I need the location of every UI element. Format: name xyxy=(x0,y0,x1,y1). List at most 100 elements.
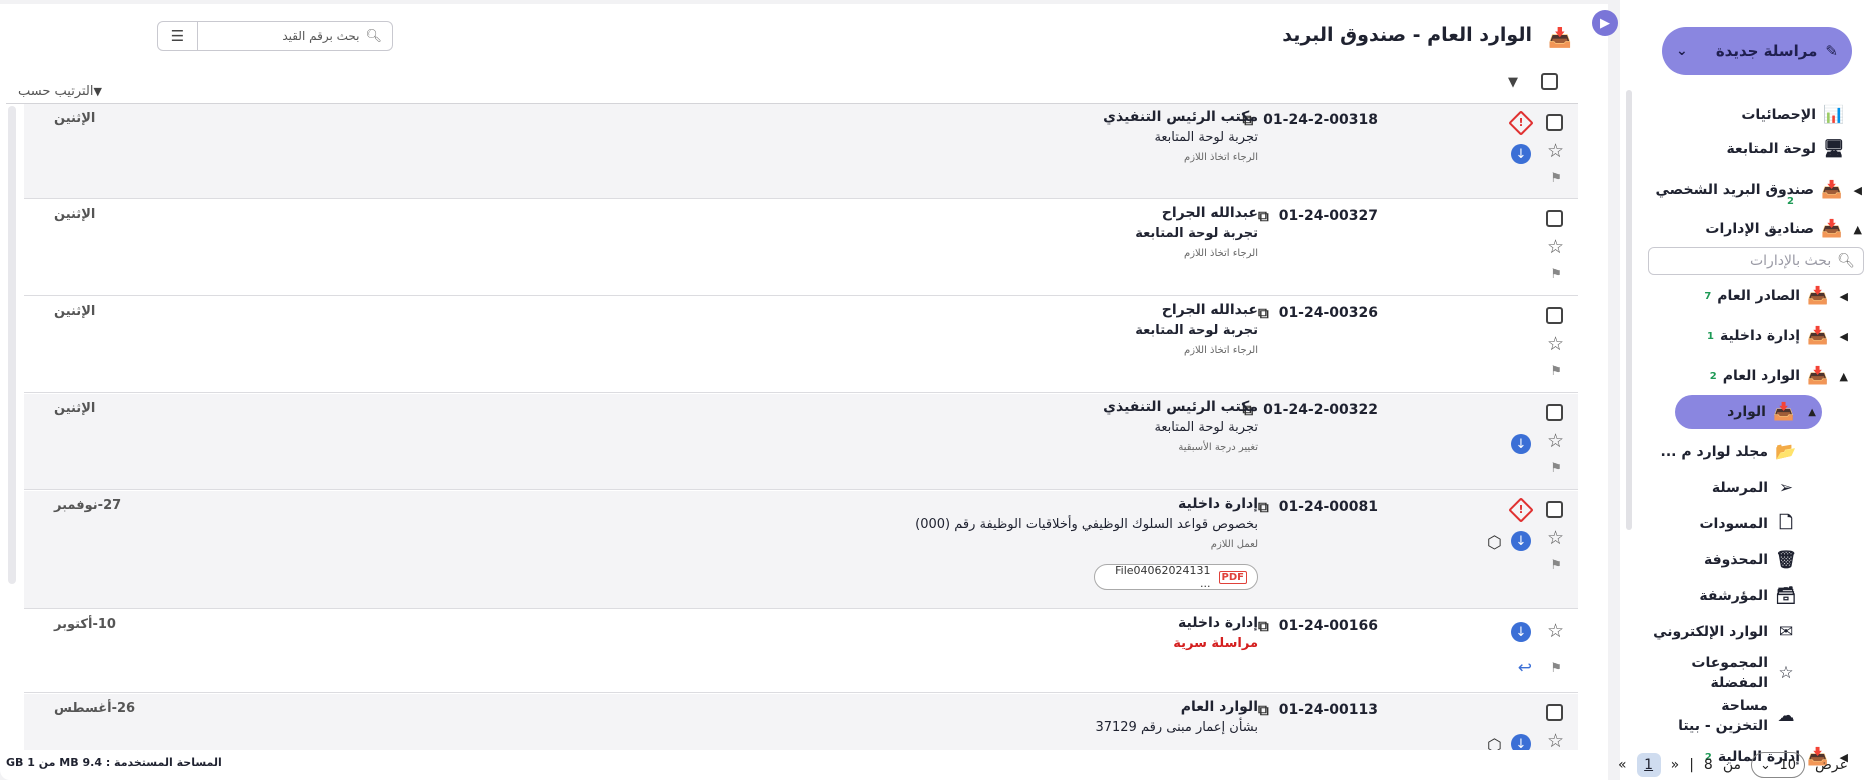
chevron-down-icon[interactable]: ⌄ xyxy=(1676,43,1688,59)
flag-icon[interactable]: ⚑ xyxy=(1550,662,1562,675)
attachment-name: File04062024131 ... xyxy=(1115,564,1211,590)
message-row[interactable]: ☆ ↓ ⬡ 01-24-00113 ⧉ الوارد العام بشأن إعم… xyxy=(24,694,1578,750)
next-page-button[interactable]: » xyxy=(1618,757,1627,773)
star-icon[interactable]: ☆ xyxy=(1547,529,1564,548)
filter-settings-icon[interactable]: ☰ xyxy=(158,22,198,50)
sidebar-item-label: المسودات xyxy=(1699,516,1768,532)
sidebar-item-general-inbox[interactable]: ▲ 📥 الوارد العام 2 xyxy=(1596,361,1848,391)
date: 10-أكتوبر xyxy=(54,617,116,632)
inbox-icon: 📥 xyxy=(1807,286,1829,306)
message-row[interactable]: ☆ ↓ ⚑ 01-24-2-00322 ⧉ مكتب الرئيس التنفيذ… xyxy=(24,394,1578,490)
ref-number: 01-24-00166 ⧉ xyxy=(1258,617,1378,635)
star-icon[interactable]: ☆ xyxy=(1547,622,1564,641)
row-checkbox[interactable] xyxy=(1546,404,1563,421)
sender: الوارد العام xyxy=(1180,699,1258,715)
message-row[interactable]: ☆ ⚑ 01-24-00327 ⧉ عبدالله الجراح تجربة لو… xyxy=(24,200,1578,296)
count-badge: 7 xyxy=(1704,290,1712,302)
subject: تجربة لوحة المتابعة xyxy=(1154,420,1258,435)
sidebar-item-inbox-active[interactable]: ▲ 📥 الوارد xyxy=(1675,395,1822,429)
show-label: عرض xyxy=(1814,757,1848,773)
sidebar-item-dept-mailboxes[interactable]: ▲ 📥 صناديق الإدارات xyxy=(1620,214,1872,244)
message-row[interactable]: ! ☆ ↓ ⬡ ⚑ 01-24-00081 ⧉ إدارة داخلية بخصو… xyxy=(24,491,1578,609)
copy-icon[interactable]: ⧉ xyxy=(1258,304,1269,322)
chevron-down-icon: ⌄ xyxy=(1759,757,1771,773)
flag-icon[interactable]: ⚑ xyxy=(1550,365,1562,378)
ref-text: 01-24-00081 xyxy=(1278,499,1378,515)
search-icon: 🔍︎ xyxy=(365,28,382,44)
date: الإثنين xyxy=(54,401,96,416)
caret-left-icon[interactable]: ◀ xyxy=(1840,330,1848,343)
download-icon[interactable]: ↓ xyxy=(1511,734,1531,750)
star-icon[interactable]: ☆ xyxy=(1547,238,1564,257)
download-icon[interactable]: ↓ xyxy=(1511,434,1531,454)
sidebar-item-internal-dept[interactable]: ◀ 📥 إدارة داخلية 1 xyxy=(1596,321,1848,351)
ref-text: 01-24-2-00318 xyxy=(1263,112,1378,128)
flag-icon[interactable]: ⚑ xyxy=(1550,268,1562,281)
caret-up-icon[interactable]: ▲ xyxy=(1840,370,1848,383)
date: الإثنين xyxy=(54,207,96,222)
sort-by-dropdown[interactable]: ▼ الترتيب حسب xyxy=(18,84,110,99)
copy-icon[interactable]: ⧉ xyxy=(1258,498,1269,516)
folder-icon: 📂 xyxy=(1775,442,1797,462)
per-page-select[interactable]: 10 ⌄ xyxy=(1750,752,1805,778)
message-row[interactable]: ☆ ↓ ⚑ ↩ 01-24-00166 ⧉ إدارة داخلية مراسلة… xyxy=(24,610,1578,693)
new-message-button[interactable]: ✎ مراسلة جديدة ⌄ xyxy=(1662,27,1852,75)
row-checkbox[interactable] xyxy=(1546,210,1563,227)
list-scrollbar[interactable] xyxy=(8,106,16,584)
sidebar-item-label: الإحصائيات xyxy=(1741,107,1816,123)
star-icon[interactable]: ☆ xyxy=(1547,432,1564,451)
flag-icon[interactable]: ⚑ xyxy=(1550,172,1562,185)
star-icon[interactable]: ☆ xyxy=(1547,335,1564,354)
subject: بشأن إعمار مبنى رقم 37129 xyxy=(1095,720,1258,735)
flag-icon[interactable]: ⚑ xyxy=(1550,559,1562,572)
ref-text: 01-24-00327 xyxy=(1278,208,1378,224)
row-checkbox[interactable] xyxy=(1546,501,1563,518)
collapse-sidebar-button[interactable]: ▶ xyxy=(1592,10,1618,36)
inbox-icon: 📥 xyxy=(1807,326,1829,346)
row-checkbox[interactable] xyxy=(1546,114,1563,131)
download-icon[interactable]: ↓ xyxy=(1511,622,1531,642)
prev-page-button[interactable]: « xyxy=(1671,757,1680,773)
row-checkbox[interactable] xyxy=(1546,307,1563,324)
star-icon[interactable]: ☆ xyxy=(1547,142,1564,161)
dept-search-input[interactable]: 🔍︎ بحث بالإدارات xyxy=(1648,247,1864,275)
sender: إدارة داخلية xyxy=(1178,496,1258,512)
caret-left-icon[interactable]: ◀ xyxy=(1854,184,1862,197)
sidebar-item-personal-mailbox[interactable]: ◀ 📥 صندوق البريد الشخصي 2 xyxy=(1620,170,1872,210)
sidebar-item-label: إدارة داخلية xyxy=(1720,328,1800,344)
caret-up-icon[interactable]: ▲ xyxy=(1808,407,1816,418)
download-icon[interactable]: ↓ xyxy=(1511,144,1531,164)
sidebar-item-label: لوحة المتابعة xyxy=(1726,141,1816,157)
download-icon[interactable]: ↓ xyxy=(1511,531,1531,551)
message-row[interactable]: ! ☆ ↓ ⚑ 01-24-2-00318 ⧉ مكتب الرئيس التنف… xyxy=(24,104,1578,199)
subject: بخصوص قواعد السلوك الوظيفي وأخلاقيات الو… xyxy=(915,517,1258,532)
inbox-icon: 📥 xyxy=(1821,180,1843,200)
copy-icon[interactable]: ⧉ xyxy=(1258,701,1269,719)
ref-search-input[interactable]: 🔍︎ بحث برقم القيد ☰ xyxy=(157,21,393,51)
flag-icon[interactable]: ⚑ xyxy=(1550,462,1562,475)
caret-down-icon[interactable]: ▼ xyxy=(1508,75,1518,90)
ref-number: 01-24-2-00322 ⧉ xyxy=(1242,401,1378,419)
sidebar-scrollbar[interactable] xyxy=(1626,90,1632,530)
current-page[interactable]: 1 xyxy=(1636,753,1661,777)
copy-icon[interactable]: ⧉ xyxy=(1258,207,1269,225)
caret-up-icon[interactable]: ▲ xyxy=(1854,223,1862,236)
star-icon[interactable]: ☆ xyxy=(1547,732,1564,751)
sidebar-item-general-outbox[interactable]: ◀ 📥 الصادر العام 7 xyxy=(1596,281,1848,311)
sidebar: ✎ مراسلة جديدة ⌄ 📊 الإحصائيات 🖥 لوحة الم… xyxy=(1620,0,1872,780)
row-checkbox[interactable] xyxy=(1546,704,1563,721)
cloud-icon: ☁ xyxy=(1777,706,1795,726)
select-all-checkbox[interactable] xyxy=(1541,73,1558,90)
ref-text: 01-24-00113 xyxy=(1278,702,1378,718)
caret-left-icon[interactable]: ◀ xyxy=(1840,290,1848,303)
copy-icon[interactable]: ⧉ xyxy=(1258,617,1269,635)
inbox-icon: 📥 xyxy=(1807,366,1829,386)
caret-down-icon: ▼ xyxy=(93,85,102,98)
sender: إدارة داخلية xyxy=(1178,615,1258,631)
reply-icon: ↩ xyxy=(1517,658,1532,678)
attachment-chip[interactable]: PDF File04062024131 ... xyxy=(1094,564,1258,590)
message-row[interactable]: ☆ ⚑ 01-24-00326 ⧉ عبدالله الجراح تجربة لو… xyxy=(24,297,1578,393)
date: 27-نوفمبر xyxy=(54,498,122,513)
subject-confidential: مراسلة سرية xyxy=(1173,636,1258,651)
app: ✎ مراسلة جديدة ⌄ 📊 الإحصائيات 🖥 لوحة الم… xyxy=(0,0,1872,780)
